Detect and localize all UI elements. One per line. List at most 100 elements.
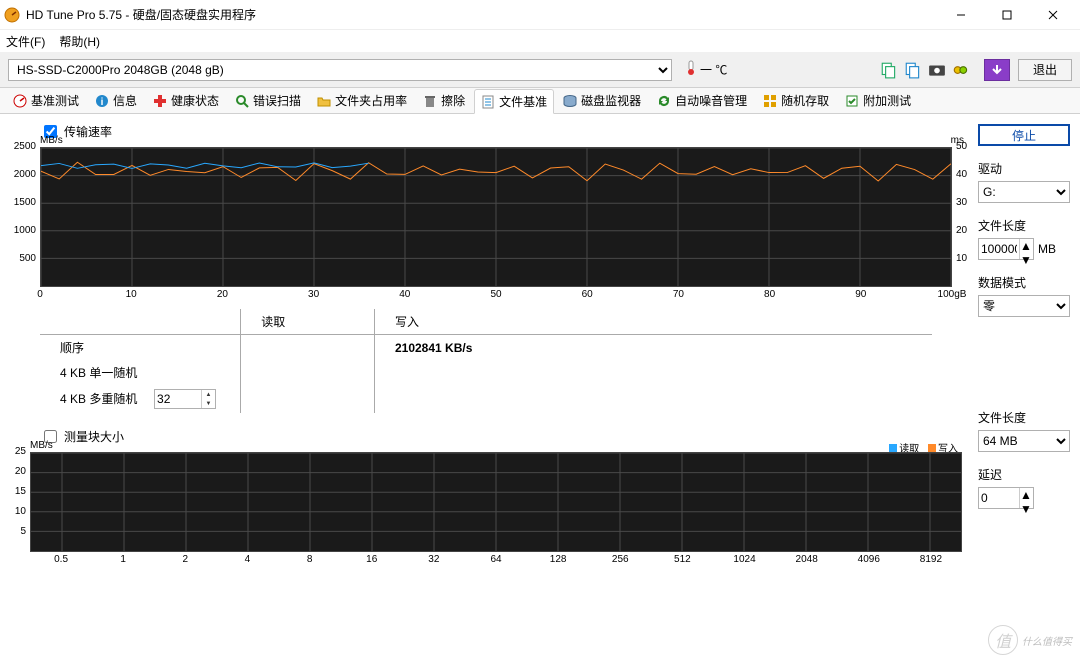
delay-input[interactable] [979,491,1019,505]
file-length2-label: 文件长度 [978,409,1070,426]
block-size-label: 测量块大小 [64,428,124,445]
search-green-icon [235,94,249,108]
tab-附加测试[interactable]: 附加测试 [838,88,918,113]
copy-info-icon[interactable] [904,61,922,79]
file-length-input[interactable] [979,242,1019,256]
menu-file[interactable]: 文件(F) [6,33,45,50]
spinner-down-icon[interactable]: ▼ [1020,253,1033,267]
chart2-y-unit: MB/s [30,440,53,451]
minimize-button[interactable] [938,1,984,29]
tab-label: 基准测试 [31,92,79,109]
spinner-up-icon[interactable]: ▲ [1020,488,1033,502]
chart1-yticks-right: 1020304050 [954,147,972,287]
col-write: 写入 [374,309,932,335]
toolbar-icons [874,61,976,79]
extra-icon [845,94,859,108]
tab-文件基准[interactable]: 文件基准 [474,89,554,114]
trash-icon [423,94,437,108]
tab-label: 文件基准 [499,93,547,110]
tab-label: 随机存取 [781,92,829,109]
right-column: 停止 驱动 G: 文件长度 ▲▼ MB 数据模式 零 文件长度 64 MB 延迟… [978,122,1070,651]
tab-磁盘监视器[interactable]: 磁盘监视器 [556,88,648,113]
spinner-up-icon[interactable]: ▲ [1020,239,1033,253]
transfer-rate-label: 传输速率 [64,123,112,140]
multi-count-spinner[interactable]: ▲▼ [154,389,216,409]
tab-随机存取[interactable]: 随机存取 [756,88,836,113]
tab-label: 健康状态 [171,92,219,109]
tab-错误扫描[interactable]: 错误扫描 [228,88,308,113]
tab-label: 自动噪音管理 [675,92,747,109]
chart1-xticks: 0102030405060708090100gB [40,289,952,303]
folder-icon [317,94,331,108]
tab-label: 附加测试 [863,92,911,109]
spinner-down-icon[interactable]: ▼ [1020,502,1033,516]
legend-read-swatch [889,444,897,452]
row-4k-single-label: 4 KB 单一随机 [40,360,241,385]
file-length-spinner[interactable]: ▲▼ [978,238,1034,260]
legend-write-swatch [928,444,936,452]
delay-label: 延迟 [978,466,1070,483]
grid-icon [763,94,777,108]
chart2-yticks: 510152025 [10,452,28,552]
menu-bar: 文件(F) 帮助(H) [0,30,1080,52]
chart1-yticks-left: 5001000150020002500 [10,147,38,287]
spinner-down-icon[interactable]: ▼ [202,399,215,408]
copy-icon[interactable] [880,61,898,79]
tab-label: 信息 [113,92,137,109]
row-seq-label: 顺序 [40,335,241,361]
chart2 [30,452,962,552]
screenshot-icon[interactable] [928,61,946,79]
chart2-xticks: 0.512481632641282565121024204840968192 [30,554,962,568]
close-button[interactable] [1030,1,1076,29]
stop-button[interactable]: 停止 [978,124,1070,146]
cycle-icon [657,94,671,108]
chart1-wrap: MB/s ms 5001000150020002500 1020304050 0… [10,147,972,303]
data-mode-label: 数据模式 [978,274,1070,291]
tab-文件夹占用率[interactable]: 文件夹占用率 [310,88,414,113]
menu-help[interactable]: 帮助(H) [59,33,100,50]
tab-label: 文件夹占用率 [335,92,407,109]
results-table: 读取 写入 顺序 2102841 KB/s 4 KB 单一随机 4 KB 多重随… [40,309,932,413]
chart2-wrap: MB/s 读取 写入 510152025 0.51248163264128256… [10,452,972,568]
tab-健康状态[interactable]: 健康状态 [146,88,226,113]
content-area: 传输速率 MB/s ms 5001000150020002500 1020304… [0,114,1080,659]
tab-label: 错误扫描 [253,92,301,109]
file-length-label: 文件长度 [978,217,1070,234]
window-title: HD Tune Pro 5.75 - 硬盘/固态硬盘实用程序 [26,6,938,23]
doc-icon [481,95,495,109]
info-blue-icon: i [95,94,109,108]
drive-select[interactable]: HS-SSD-C2000Pro 2048GB (2048 gB) [8,59,672,81]
tab-label: 擦除 [441,92,465,109]
file-length2-select[interactable]: 64 MB [978,430,1070,452]
temperature-value: 一 ℃ [700,61,727,78]
multi-count-input[interactable] [155,390,201,408]
row-4k-multi-label: 4 KB 多重随机 [60,392,137,406]
write-seq-value: 2102841 KB/s [395,341,472,355]
app-icon [4,7,20,23]
chart1-y-left-unit: MB/s [40,135,63,146]
tab-自动噪音管理[interactable]: 自动噪音管理 [650,88,754,113]
disk-icon [563,94,577,108]
exit-button[interactable]: 退出 [1018,59,1072,81]
toolbar-row: HS-SSD-C2000Pro 2048GB (2048 gB) 一 ℃ 退出 [0,52,1080,88]
options-icon[interactable] [952,61,970,79]
drive-letter-select[interactable]: G: [978,181,1070,203]
temperature-display: 一 ℃ [680,60,733,79]
chart1 [40,147,952,287]
title-bar: HD Tune Pro 5.75 - 硬盘/固态硬盘实用程序 [0,0,1080,30]
drive-label: 驱动 [978,160,1070,177]
delay-spinner[interactable]: ▲▼ [978,487,1034,509]
tab-信息[interactable]: i 信息 [88,88,144,113]
svg-text:i: i [101,97,104,108]
save-icon[interactable] [984,59,1010,81]
tab-擦除[interactable]: 擦除 [416,88,472,113]
window-controls [938,1,1076,29]
gauge-red-icon [13,94,27,108]
maximize-button[interactable] [984,1,1030,29]
tab-bar: 基准测试 i 信息 健康状态 错误扫描 文件夹占用率 擦除 文件基准磁盘监视器 自动噪音管理 随机… [0,88,1080,114]
tab-基准测试[interactable]: 基准测试 [6,88,86,113]
left-column: 传输速率 MB/s ms 5001000150020002500 1020304… [10,122,972,651]
plus-red-icon [153,94,167,108]
spinner-up-icon[interactable]: ▲ [202,390,215,399]
data-mode-select[interactable]: 零 [978,295,1070,317]
